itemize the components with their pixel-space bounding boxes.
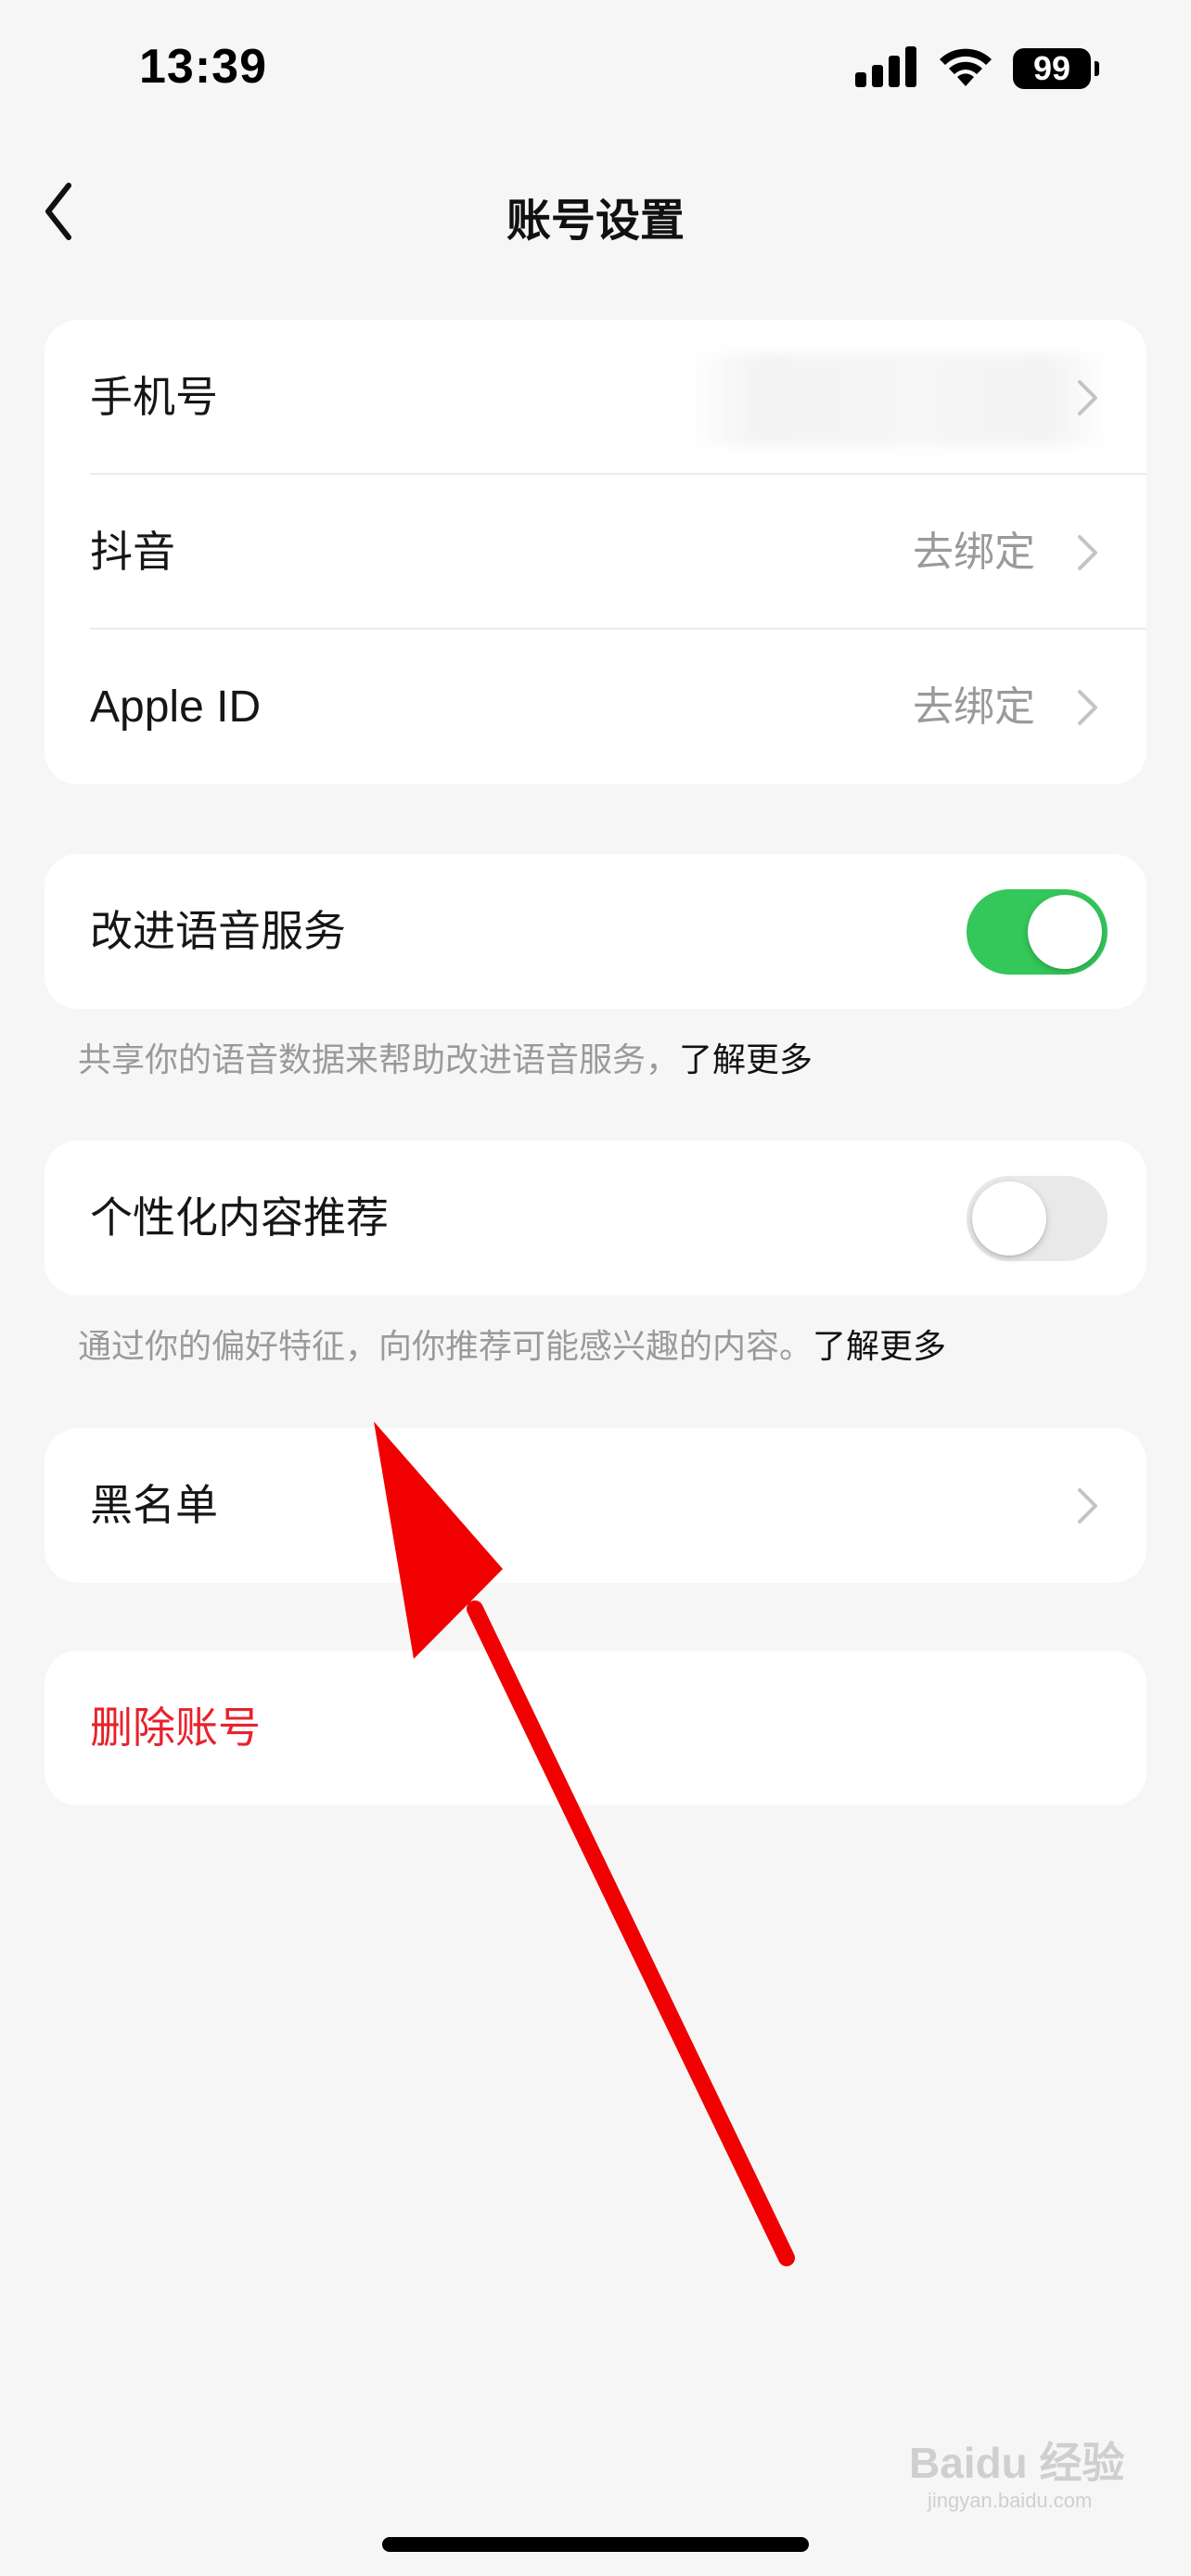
delete-account-row[interactable]: 删除账号	[45, 1651, 1146, 1805]
nav-bar: 账号设置	[0, 158, 1191, 269]
delete-account-card: 删除账号	[45, 1651, 1146, 1805]
blacklist-label: 黑名单	[90, 1480, 218, 1530]
personalized-content-row: 个性化内容推荐	[45, 1141, 1146, 1295]
watermark-url: jingyan.baidu.com	[928, 2489, 1093, 2512]
home-indicator	[382, 2537, 809, 2552]
baidu-watermark: Baidu 经验 jingyan.baidu.com	[909, 2429, 1125, 2512]
watermark-brand: Baidu 经验	[909, 2439, 1125, 2487]
toggle-knob	[972, 1181, 1046, 1256]
voice-service-card: 改进语音服务	[45, 854, 1146, 1009]
cellular-signal-icon	[855, 46, 916, 87]
status-bar: 13:39 99	[0, 0, 1191, 139]
voice-service-label: 改进语音服务	[90, 906, 346, 956]
toggle-knob	[1028, 895, 1102, 969]
battery-indicator: 99	[1013, 48, 1091, 89]
voice-service-footnote-text: 共享你的语音数据来帮助改进语音服务，	[78, 1041, 680, 1079]
chevron-right-icon	[1078, 690, 1097, 725]
douyin-label: 抖音	[90, 527, 175, 577]
chevron-right-icon	[1078, 535, 1097, 570]
phone-number-row[interactable]: 手机号	[45, 320, 1146, 475]
chevron-right-icon	[1078, 1488, 1097, 1524]
voice-service-row: 改进语音服务	[45, 854, 1146, 1009]
wifi-icon	[940, 48, 992, 86]
blacklist-row[interactable]: 黑名单	[45, 1428, 1146, 1583]
personalized-content-learn-more-link[interactable]: 了解更多	[813, 1328, 946, 1366]
douyin-row[interactable]: 抖音 去绑定	[45, 475, 1146, 630]
douyin-bind-status: 去绑定	[913, 529, 1035, 576]
apple-id-label: Apple ID	[90, 682, 262, 732]
personalized-content-footnote: 通过你的偏好特征，向你推荐可能感兴趣的内容。了解更多	[78, 1320, 946, 1368]
apple-id-bind-status: 去绑定	[913, 683, 1035, 731]
personalized-content-footnote-text: 通过你的偏好特征，向你推荐可能感兴趣的内容。	[78, 1328, 813, 1366]
battery-tip	[1095, 61, 1099, 76]
voice-service-learn-more-link[interactable]: 了解更多	[679, 1041, 813, 1079]
voice-service-toggle[interactable]	[967, 889, 1108, 975]
blacklist-card: 黑名单	[45, 1428, 1146, 1583]
chevron-right-icon	[1078, 380, 1097, 415]
account-binding-card: 手机号 抖音 去绑定 Apple ID 去绑定	[45, 320, 1146, 784]
personalized-content-toggle[interactable]	[967, 1176, 1108, 1261]
apple-id-row[interactable]: Apple ID 去绑定	[45, 630, 1146, 784]
phone-number-value-blurred	[685, 353, 1111, 446]
phone-number-label: 手机号	[90, 372, 218, 422]
voice-service-footnote: 共享你的语音数据来帮助改进语音服务，了解更多	[78, 1033, 813, 1081]
page-title: 账号设置	[506, 195, 685, 247]
status-time: 13:39	[139, 40, 267, 94]
personalized-content-label: 个性化内容推荐	[90, 1192, 389, 1243]
personalized-content-card: 个性化内容推荐	[45, 1141, 1146, 1295]
delete-account-label: 删除账号	[90, 1702, 261, 1753]
